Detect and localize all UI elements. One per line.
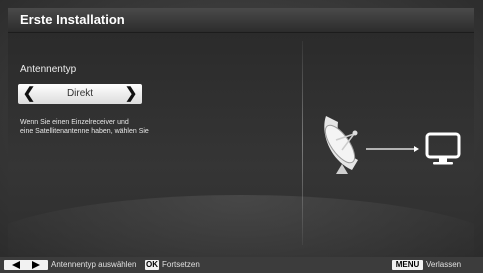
ok-hint: Fortsetzen [162,260,200,269]
menu-key: MENU [392,260,423,270]
footer-bar: Antennentyp auswählen OK Fortsetzen MENU… [0,257,483,273]
hint-line-2: eine Satellitenantenne haben, wählen Sie [20,128,149,135]
arrow-right-icon [366,146,419,152]
ok-key: OK [145,260,159,270]
menu-hint: Verlassen [426,260,462,269]
page-title: Erste Installation [20,12,125,27]
antenna-type-selector[interactable]: ❮ Direkt ❯ [18,84,142,104]
chevron-left-icon[interactable]: ❮ [20,84,38,104]
satellite-dish-icon [324,116,358,174]
nav-hint: Antennentyp auswählen [51,260,137,269]
hint-line-1: Wenn Sie einen Einzelreceiver und [20,119,129,126]
hint-text: Wenn Sie einen Einzelreceiver und eine S… [20,118,250,136]
antenna-type-label: Antennentyp [20,64,77,75]
antenna-illustration [324,116,461,174]
title-bar: Erste Installation [8,8,474,33]
tv-icon [425,132,461,165]
left-right-arrows-icon [4,260,48,270]
tv-screen: Erste Installation Antennentyp ❮ Direkt … [0,0,483,273]
panel-divider [302,41,303,245]
antenna-type-value: Direkt [66,88,94,99]
chevron-right-icon[interactable]: ❯ [122,84,140,104]
installation-panel: Antennentyp ❮ Direkt ❯ Wenn Sie einen Ei… [8,33,474,255]
